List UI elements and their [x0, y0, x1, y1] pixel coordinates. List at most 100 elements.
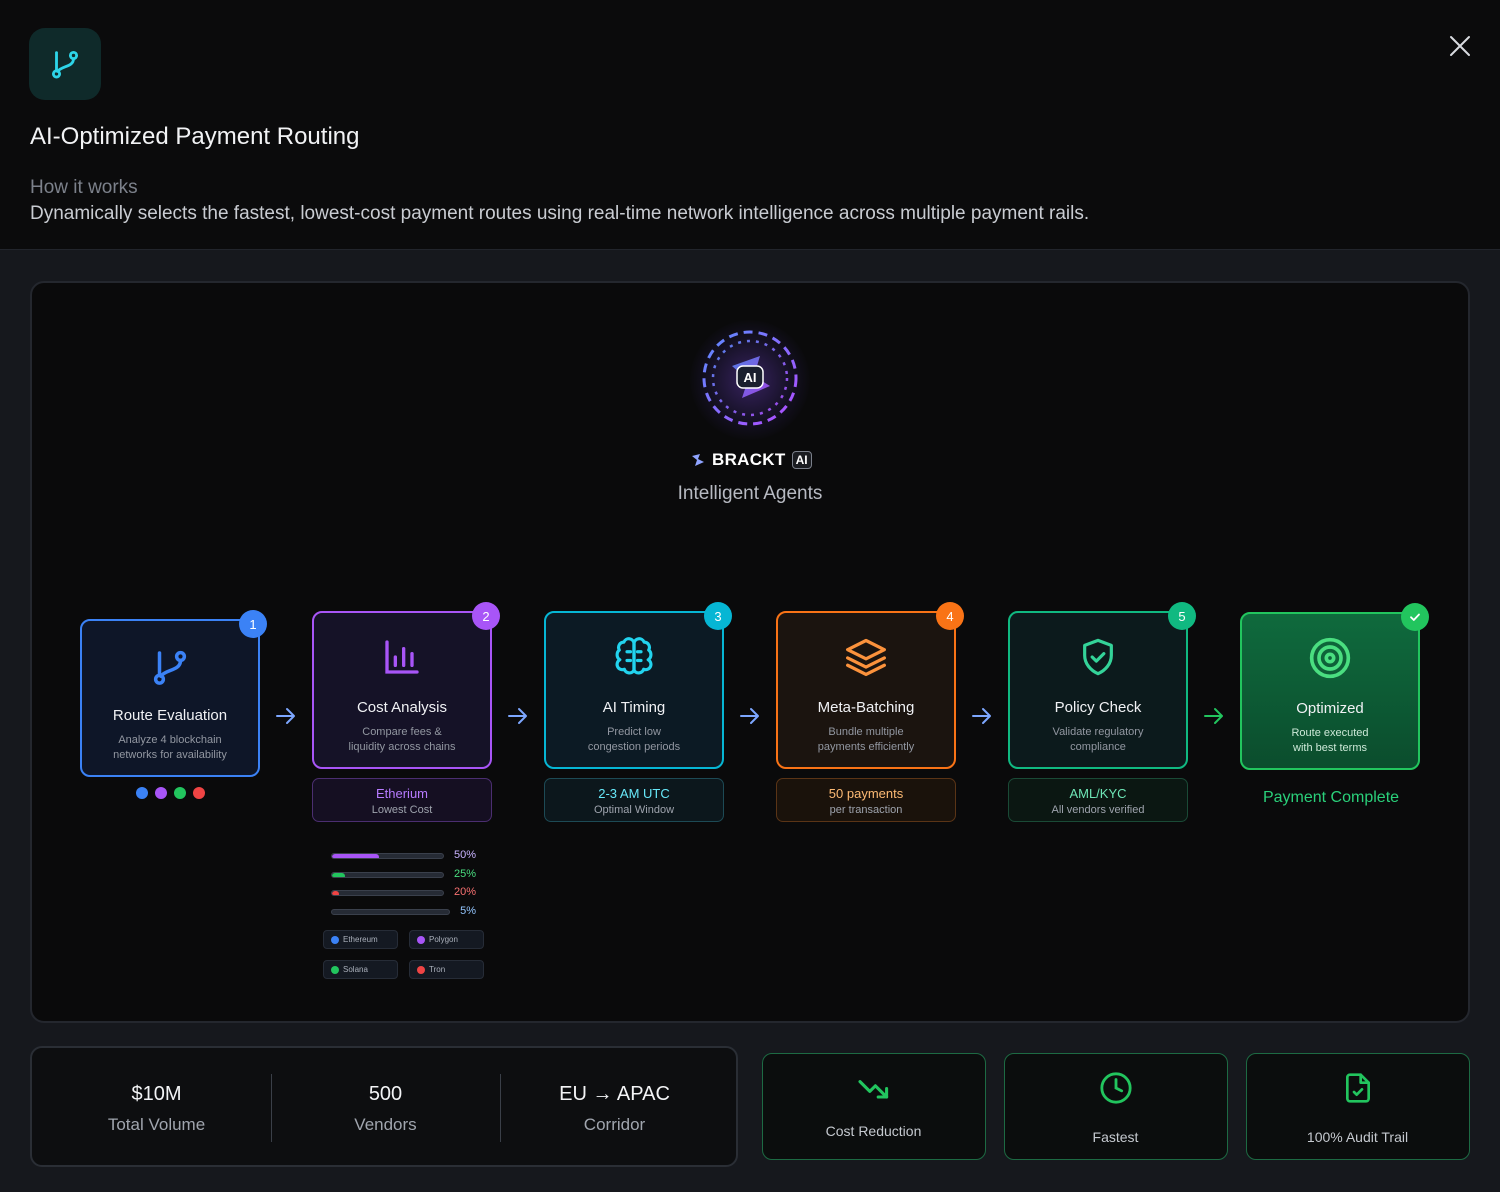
cost-bar: 50% — [331, 849, 479, 863]
step-desc-line: payments efficiently — [817, 741, 915, 753]
stat-value: $10M — [131, 1083, 182, 1105]
info-box-timing: 2-3 AM UTC Optimal Window — [544, 778, 724, 822]
close-button[interactable] — [1444, 30, 1476, 62]
feature-fastest: Fastest — [1004, 1053, 1228, 1160]
step-description: Analyze 4 blockchain networks for availa… — [94, 733, 246, 763]
step-title: Optimized — [1296, 700, 1364, 717]
arrow-right-icon — [1202, 706, 1226, 726]
step-desc-line: with best terms — [1293, 742, 1367, 754]
shield-check-icon — [1010, 635, 1186, 679]
arrow-right-icon — [738, 706, 762, 726]
stat-label: Vendors — [354, 1115, 417, 1134]
chain-label: Polygon — [429, 935, 458, 944]
stat-total-volume: $10M Total Volume — [42, 1048, 271, 1165]
brain-icon — [546, 635, 722, 679]
chain-dot — [417, 965, 425, 974]
step-description: Bundle multiple payments efficiently — [790, 725, 942, 755]
step-meta-batching[interactable]: Meta-Batching Bundle multiple payments e… — [776, 611, 956, 769]
step-desc-line: compliance — [1070, 741, 1126, 753]
chain-label: Ethereum — [343, 935, 378, 944]
arrow-right-icon — [274, 706, 298, 726]
step-desc-line: liquidity across chains — [348, 741, 456, 753]
info-sub: Optimal Window — [593, 804, 675, 816]
section-label: How it works — [30, 177, 138, 198]
step-title: Cost Analysis — [356, 699, 448, 716]
network-dots — [136, 787, 206, 799]
page-title: AI-Optimized Payment Routing — [30, 123, 360, 150]
step-cost-analysis[interactable]: Cost Analysis Compare fees & liquidity a… — [312, 611, 492, 769]
step-desc-line: networks for availability — [113, 749, 227, 761]
step-badge: 2 — [472, 602, 500, 630]
bar-chart-icon — [314, 635, 490, 679]
brand-badge: AI — [791, 451, 812, 469]
bar-percent: 25% — [453, 868, 476, 880]
stat-value: EU → APAC — [559, 1083, 670, 1105]
chain-label: Tron — [429, 965, 446, 974]
info-sub: Lowest Cost — [371, 804, 433, 816]
trending-down-icon — [763, 1072, 984, 1108]
arrow-right-icon — [506, 706, 530, 726]
chain-dot — [331, 935, 339, 944]
step-description: Validate regulatory compliance — [1022, 725, 1174, 755]
info-box-compliance: AML/KYC All vendors verified — [1008, 778, 1188, 822]
ai-hub: AI — [690, 320, 810, 440]
network-dot — [193, 787, 205, 799]
network-dot — [174, 787, 186, 799]
step-title: AI Timing — [602, 699, 666, 716]
check-badge — [1401, 603, 1429, 631]
close-icon — [1450, 36, 1470, 56]
stat-corridor: EU → APAC Corridor — [500, 1048, 729, 1165]
bar-fill — [332, 891, 339, 895]
step-description: Route executed with best terms — [1254, 726, 1406, 756]
bar-fill — [332, 873, 346, 877]
brackt-logo-icon — [692, 454, 704, 466]
step-badge: 5 — [1168, 602, 1196, 630]
step-title: Policy Check — [1054, 699, 1142, 716]
layers-icon — [778, 635, 954, 679]
bar-fill — [332, 854, 379, 858]
step-badge: 4 — [936, 602, 964, 630]
feature-cost-reduction: Cost Reduction — [762, 1053, 986, 1160]
info-main: 50 payments — [828, 786, 904, 801]
chain-label: Solana — [343, 965, 368, 974]
chain-chip-solana: Solana — [323, 960, 398, 979]
step-optimized[interactable]: Optimized Route executed with best terms — [1240, 612, 1420, 770]
clock-icon — [1005, 1070, 1226, 1106]
step-desc-line: congestion periods — [587, 741, 681, 753]
routing-icon — [29, 28, 101, 100]
description: Dynamically selects the fastest, lowest-… — [30, 203, 1090, 224]
feature-label: 100% Audit Trail — [1306, 1129, 1409, 1145]
hub-subtitle: Intelligent Agents — [677, 483, 823, 504]
stat-value: 500 — [368, 1083, 403, 1105]
cost-bar: 5% — [331, 905, 479, 919]
step-description: Predict low congestion periods — [558, 725, 710, 755]
feature-label: Fastest — [1092, 1129, 1139, 1145]
target-icon — [1242, 636, 1418, 680]
stat-vendors: 500 Vendors — [271, 1048, 500, 1165]
chain-chip-ethereum: Ethereum — [323, 930, 398, 949]
branch-icon — [82, 645, 258, 689]
modal-header: AI-Optimized Payment Routing How it work… — [0, 0, 1500, 250]
step-title: Meta-Batching — [817, 699, 915, 716]
chain-chip-polygon: Polygon — [409, 930, 484, 949]
step-desc-line: Bundle multiple — [828, 726, 904, 738]
chain-chip-tron: Tron — [409, 960, 484, 979]
step-route-evaluation[interactable]: Route Evaluation Analyze 4 blockchain ne… — [80, 619, 260, 777]
stat-label: Total Volume — [107, 1115, 206, 1134]
network-dot — [155, 787, 167, 799]
step-policy-check[interactable]: Policy Check Validate regulatory complia… — [1008, 611, 1188, 769]
step-desc-line: Compare fees & — [362, 726, 442, 738]
step-ai-timing[interactable]: AI Timing Predict low congestion periods — [544, 611, 724, 769]
step-title: Route Evaluation — [112, 707, 228, 724]
completion-label: Payment Complete — [1262, 789, 1400, 806]
ai-hub-label: AI — [744, 370, 757, 385]
network-dot — [136, 787, 148, 799]
step-desc-line: Route executed — [1291, 727, 1369, 739]
info-main: Etherium — [375, 786, 429, 801]
cost-bar: 20% — [331, 886, 479, 900]
arrow-right-icon — [970, 706, 994, 726]
info-main: AML/KYC — [1069, 786, 1127, 801]
check-icon — [1410, 613, 1420, 621]
step-desc-line: Validate regulatory — [1052, 726, 1144, 738]
info-sub: per transaction — [829, 804, 903, 816]
